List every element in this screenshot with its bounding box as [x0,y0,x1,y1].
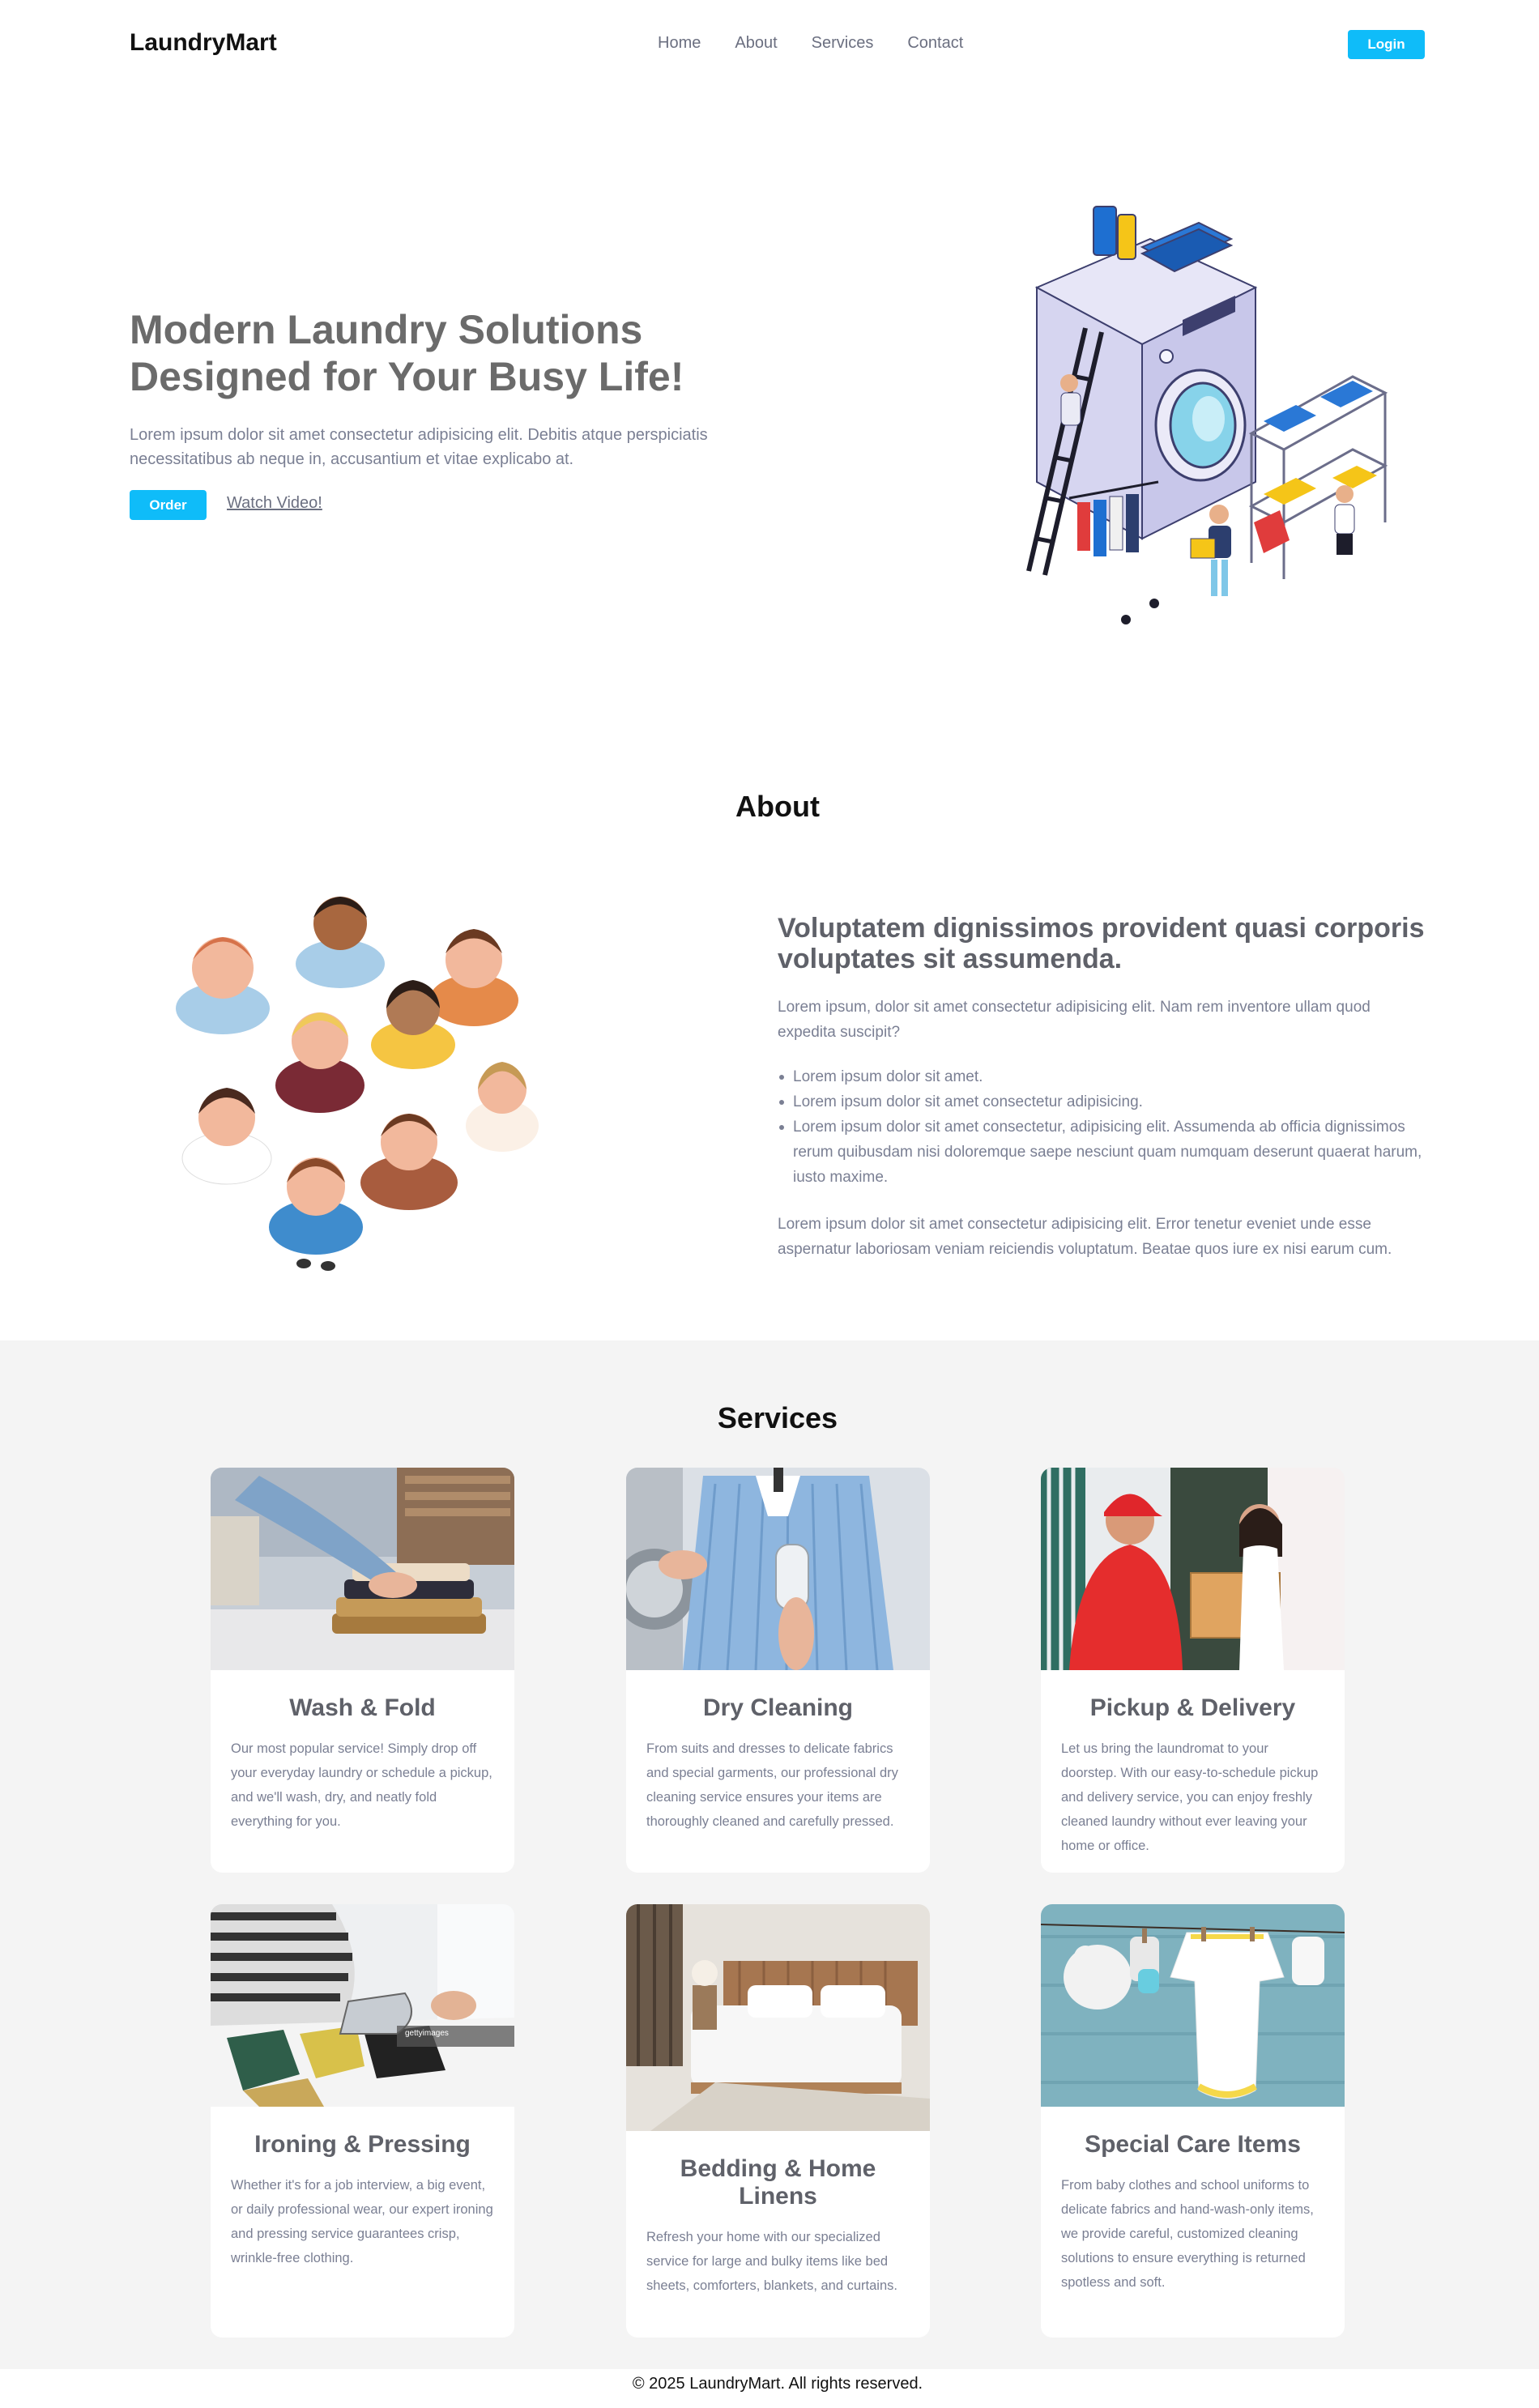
bedding-photo [626,1904,930,2131]
special-care-photo [1041,1904,1345,2107]
laundry-illustration [1026,206,1388,624]
hero-text: Lorem ipsum dolor sit amet consectetur a… [130,426,708,468]
wash-fold-photo [211,1468,514,1670]
service-title: Special Care Items [1085,2131,1301,2158]
service-description: Our most popular service! Simply drop of… [231,1741,492,1829]
hero-title: Modern Laundry Solutions Designed for Yo… [130,307,684,399]
footer-copyright: © 2025 LaundryMart. All rights reserved. [632,2375,923,2393]
about-bullet-list: Lorem ipsum dolor sit amet. Lorem ipsum … [778,1064,1426,1190]
service-description: From suits and dresses to delicate fabri… [646,1741,898,1829]
logo[interactable]: LaundryMart [130,29,277,57]
nav-link-home[interactable]: Home [658,34,701,53]
list-item: Lorem ipsum dolor sit amet. [778,1064,1426,1089]
nav-link-services[interactable]: Services [812,34,874,53]
order-button[interactable]: Order [130,490,207,520]
about-paragraph-1: Lorem ipsum, dolor sit amet consectetur … [778,999,1371,1041]
pickup-delivery-photo [1041,1468,1345,1670]
list-item: Lorem ipsum dolor sit amet consectetur a… [778,1089,1426,1114]
services-heading: Services [717,1401,838,1434]
service-description: Whether it's for a job interview, a big … [231,2178,493,2265]
service-title: Wash & Fold [289,1694,436,1721]
watermark-text: gettyimages [405,2029,449,2038]
people-group-illustration [176,897,539,1271]
navbar: LaundryMart Home About Services Contact … [0,0,1539,89]
dry-cleaning-photo [626,1468,930,1670]
service-card-special-care[interactable]: Special Care Items From baby clothes and… [1041,1904,1345,2338]
service-card-bedding[interactable]: Bedding & Home Linens Refresh your home … [626,1904,930,2338]
login-button[interactable]: Login [1348,30,1425,59]
nav-link-about[interactable]: About [735,34,777,53]
service-card-wash-fold[interactable]: Wash & Fold Our most popular service! Si… [211,1468,514,1873]
service-card-ironing[interactable]: gettyimages Ironing & Pressing Whether i… [211,1904,514,2338]
list-item: Lorem ipsum dolor sit amet consectetur, … [778,1114,1426,1190]
nav-links: Home About Services Contact [658,34,963,53]
watch-video-link[interactable]: Watch Video! [227,494,322,513]
service-card-dry-cleaning[interactable]: Dry Cleaning From suits and dresses to d… [626,1468,930,1873]
service-title: Dry Cleaning [702,1694,854,1721]
nav-link-contact[interactable]: Contact [907,34,963,53]
service-title: Ironing & Pressing [254,2131,471,2158]
service-description: From baby clothes and school uniforms to… [1061,2178,1314,2290]
service-title: Pickup & Delivery [1089,1694,1296,1721]
service-title: Bedding & Home Linens [680,2155,876,2210]
service-description: Refresh your home with our specialized s… [646,2230,897,2293]
service-description: Let us bring the laundromat to your door… [1061,1741,1319,1853]
service-card-pickup-delivery[interactable]: Pickup & Delivery Let us bring the laund… [1041,1468,1345,1873]
about-subheading: Voluptatem dignissimos provident quasi c… [778,913,1425,974]
about-paragraph-2: Lorem ipsum dolor sit amet consectetur a… [778,1216,1392,1258]
ironing-photo: gettyimages [211,1904,514,2107]
about-heading: About [735,790,820,823]
